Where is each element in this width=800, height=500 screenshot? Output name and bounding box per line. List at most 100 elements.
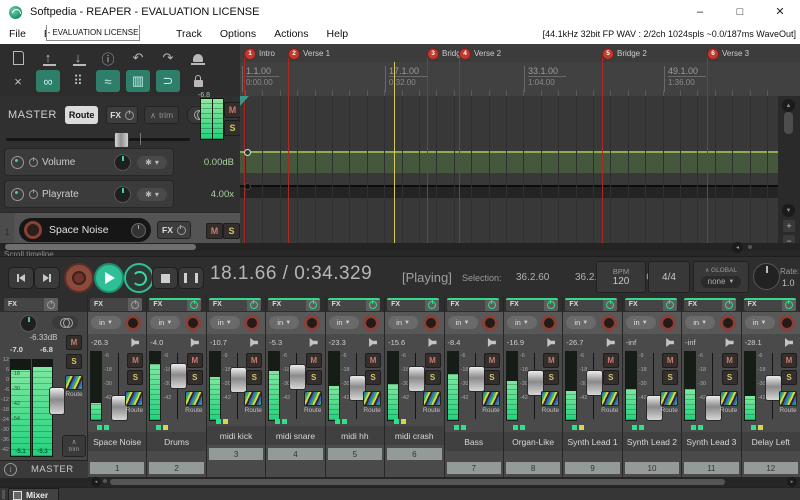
channel-fx-button[interactable]: FX (505, 298, 558, 311)
mixer-channel-strip[interactable]: FX in ▼ -4.0 -6 -18 -30 -42 M S Route Dr… (147, 295, 207, 477)
fx-power-icon[interactable] (365, 298, 380, 311)
channel-number[interactable]: 4 (268, 448, 323, 460)
repeat-button[interactable] (124, 263, 154, 293)
input-select[interactable]: in ▼ (328, 316, 359, 329)
channel-name[interactable]: Organ-Like (503, 432, 563, 451)
record-arm-button[interactable] (779, 315, 795, 331)
master-trim-button[interactable]: trim (144, 106, 180, 124)
solo-button[interactable]: S (186, 370, 203, 385)
speaker-icon[interactable] (606, 338, 615, 347)
fx-power-icon[interactable] (603, 298, 618, 311)
fx-power-icon[interactable] (125, 109, 135, 120)
power-icon[interactable] (29, 188, 38, 199)
minimize-button[interactable]: – (680, 0, 720, 24)
channel-fx-button[interactable]: FX (624, 298, 677, 311)
bpm-box[interactable]: BPM 120 (596, 261, 646, 293)
bypass-icon[interactable] (11, 155, 24, 169)
mixer-channel-strip[interactable]: FX in ▼ -26.7 -6 -18 -30 -42 M S Route S… (563, 295, 623, 477)
speaker-icon[interactable] (309, 338, 318, 347)
channel-volume-fader[interactable] (289, 364, 307, 390)
scroll-left-icon[interactable]: ◂ (732, 242, 743, 253)
master-volume-thumb[interactable] (114, 132, 129, 148)
input-select[interactable]: in ▼ (685, 316, 716, 329)
envelope-settings-button[interactable]: ✱ ▾ (137, 155, 167, 169)
channel-name[interactable]: Synth Lead 3 (682, 432, 741, 451)
solo-button[interactable]: S (662, 370, 679, 385)
mute-button[interactable]: M (365, 353, 382, 368)
channel-volume-fader[interactable] (408, 366, 426, 392)
channel-name[interactable]: Bass (444, 432, 503, 451)
mute-button[interactable]: M (246, 353, 263, 368)
channel-name[interactable]: Delay Left (741, 432, 800, 451)
channel-volume-fader[interactable] (170, 363, 188, 389)
input-select[interactable]: in ▼ (209, 316, 240, 329)
channel-number[interactable]: 3 (208, 448, 264, 460)
channel-number[interactable]: 11 (684, 462, 739, 474)
scroll-dot[interactable] (103, 479, 107, 483)
playrate-envelope-row[interactable]: Playrate ✱ ▾ (4, 180, 174, 208)
channel-fx-button[interactable]: FX (149, 298, 202, 311)
channel-number[interactable]: 1 (90, 462, 145, 474)
fx-power-icon[interactable] (176, 224, 186, 235)
new-project-icon[interactable] (6, 48, 30, 68)
channel-number[interactable]: 7 (446, 462, 501, 474)
speaker-icon[interactable] (131, 338, 140, 347)
record-button[interactable] (64, 263, 94, 293)
envelope-point[interactable] (244, 149, 251, 156)
fx-power-icon[interactable] (484, 298, 499, 311)
close-button[interactable]: ✕ (760, 0, 800, 24)
channel-number[interactable]: 6 (387, 448, 442, 460)
master-route-button[interactable] (65, 375, 83, 390)
track-pan-knob[interactable] (131, 222, 146, 238)
power-icon[interactable] (29, 156, 38, 167)
timeline-marker[interactable]: 6 Verse 3 (707, 47, 749, 60)
crossfade-icon[interactable]: × (6, 70, 30, 92)
fx-power-icon[interactable] (246, 298, 261, 311)
channel-number[interactable]: 2 (149, 462, 204, 474)
record-arm-button[interactable] (719, 315, 736, 331)
playhead[interactable] (394, 62, 395, 243)
track-solo-button[interactable]: S (223, 223, 240, 239)
speaker-icon[interactable] (190, 338, 199, 347)
channel-fx-button[interactable]: FX (743, 298, 796, 311)
channel-fx-button[interactable]: FX (268, 298, 321, 311)
channel-name[interactable]: Drums (147, 432, 206, 451)
speaker-icon[interactable] (547, 338, 556, 347)
envelope-point[interactable] (244, 183, 251, 190)
speaker-icon[interactable] (369, 338, 378, 347)
mixer-channel-strip[interactable]: FX in ▼ -28.1 -6 -18 -30 -42 M S Route D… (741, 295, 800, 477)
speaker-icon[interactable] (666, 338, 675, 347)
metronome-icon[interactable] (186, 48, 210, 68)
scroll-left-icon[interactable]: ◂ (91, 477, 101, 487)
redo-icon[interactable]: ↷ (156, 48, 180, 68)
menu-item[interactable]: Track (167, 28, 211, 40)
volume-envelope-row[interactable]: Volume ✱ ▾ (4, 148, 174, 176)
undo-icon[interactable]: ↶ (126, 48, 150, 68)
input-select[interactable]: in ▼ (625, 316, 656, 329)
solo-button[interactable]: S (483, 370, 500, 385)
mixer-channel-strip[interactable]: FX in ▼ -10.7 -6 -18 -30 -42 M S Route m… (206, 295, 266, 477)
save-project-icon[interactable]: ↑ (36, 48, 60, 68)
mute-button[interactable]: M (483, 353, 500, 368)
time-signature-box[interactable]: 4/4 (648, 261, 690, 293)
solo-button[interactable]: S (602, 370, 619, 385)
timeline-marker[interactable]: 2 Verse 1 (288, 47, 330, 60)
master-volume-fader[interactable] (49, 387, 65, 415)
channel-number[interactable]: 8 (505, 462, 561, 474)
speaker-icon[interactable] (250, 338, 259, 347)
master-fx-chain-button[interactable]: FX (4, 298, 58, 311)
mute-button[interactable]: M (781, 353, 797, 368)
route-button[interactable]: Route (719, 391, 738, 414)
input-select[interactable]: in ▼ (506, 316, 537, 329)
fx-power-icon[interactable] (425, 298, 440, 311)
item-grouping-icon[interactable]: ∞ (36, 70, 60, 92)
vertical-scrollbar[interactable]: ▲ ▼ + − (778, 96, 800, 248)
fx-power-icon[interactable] (128, 298, 142, 311)
track-fx-button[interactable]: FX (157, 221, 191, 239)
scroll-down-icon[interactable]: ▼ (782, 204, 795, 217)
mixer-master-strip[interactable]: FX -6.33dB -7.0 -6.8 12 6 0 -6 -12 -18 -24 -30-… (0, 295, 87, 460)
master-trim-button[interactable]: trim (62, 435, 86, 457)
go-to-end-button[interactable] (34, 267, 60, 289)
global-automation-box[interactable]: GLOBAL none▼ (693, 261, 749, 293)
master-fx-button[interactable]: FX (106, 106, 139, 124)
